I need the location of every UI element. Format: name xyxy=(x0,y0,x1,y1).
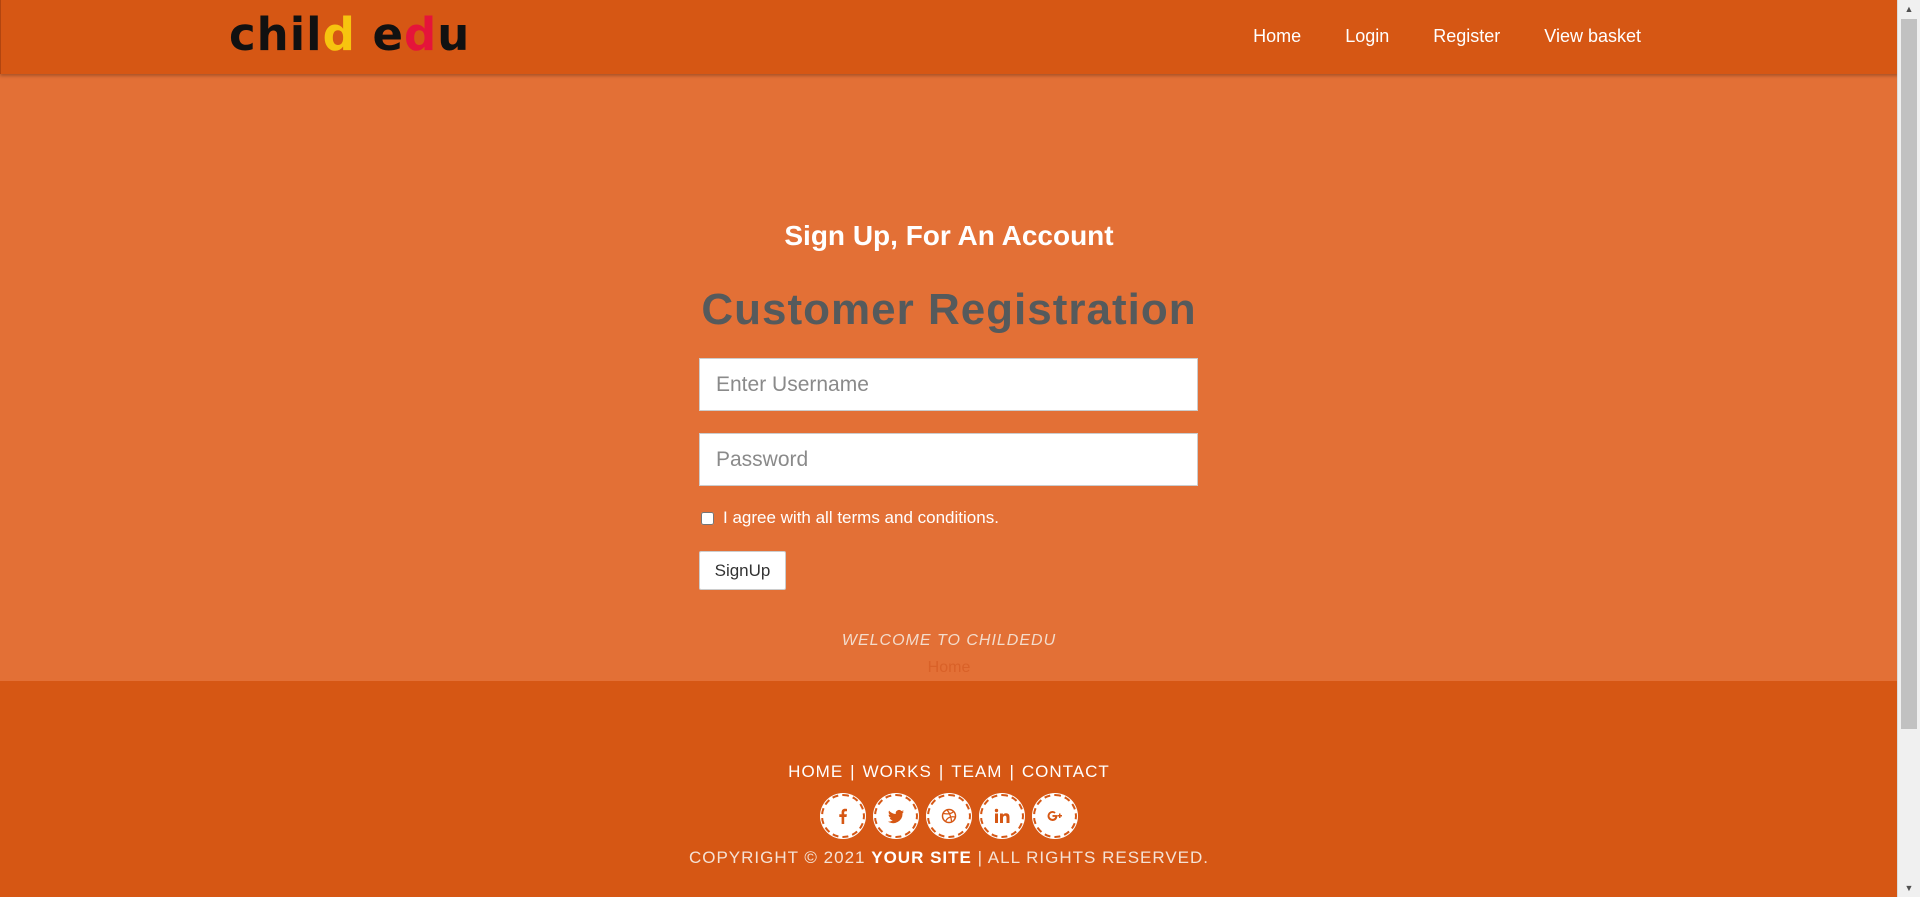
twitter-icon[interactable] xyxy=(874,794,918,838)
footer-nav: HOME | WORKS | TEAM | CONTACT xyxy=(0,762,1898,782)
footer-separator: | xyxy=(938,762,945,781)
scroll-up-arrow-icon[interactable]: ▲ xyxy=(1898,0,1920,18)
footer-link-home[interactable]: HOME xyxy=(788,762,843,781)
nav-login-link[interactable]: Login xyxy=(1345,26,1389,47)
nav-home-link[interactable]: Home xyxy=(1253,26,1301,47)
copyright-prefix: COPYRIGHT © 2021 xyxy=(688,848,866,867)
breadcrumb-home[interactable]: Home xyxy=(0,659,1898,677)
footer-separator: | xyxy=(850,762,856,781)
vertical-scrollbar[interactable]: ▲ ▼ xyxy=(1897,0,1920,897)
signup-subtitle: Sign Up, For An Account xyxy=(784,220,1114,251)
main-nav: Home Login Register View basket xyxy=(1253,0,1641,72)
site-logo[interactable]: child edu xyxy=(229,8,470,62)
linkedin-icon[interactable] xyxy=(980,794,1024,838)
footer-separator: | xyxy=(1009,762,1015,781)
site-footer: HOME | WORKS | TEAM | CONTACT COPYRIGHT © 2021… xyxy=(0,681,1898,897)
google-plus-icon[interactable] xyxy=(1033,794,1077,838)
facebook-icon[interactable] xyxy=(821,794,865,838)
copyright-site-link[interactable]: YOUR SITE xyxy=(871,848,972,867)
terms-row: I agree with all terms and conditions. xyxy=(701,508,999,528)
copyright-text: COPYRIGHT © 2021 YOUR SITE | ALL RIGHTS … xyxy=(0,848,1898,868)
top-navbar: child edu Home Login Register View baske… xyxy=(0,0,1899,74)
registration-title: Customer Registration xyxy=(701,285,1197,334)
footer-link-works[interactable]: WORKS xyxy=(863,762,932,781)
terms-checkbox[interactable] xyxy=(701,511,714,525)
footer-link-team[interactable]: TEAM xyxy=(951,762,1002,781)
signup-button[interactable]: SignUp xyxy=(699,551,786,590)
copyright-suffix: | ALL RIGHTS RESERVED. xyxy=(977,848,1210,867)
terms-label[interactable]: I agree with all terms and conditions. xyxy=(723,508,999,528)
scroll-down-arrow-icon[interactable]: ▼ xyxy=(1898,879,1920,897)
scrollbar-thumb[interactable] xyxy=(1901,19,1917,729)
registration-section: Sign Up, For An Account Customer Registr… xyxy=(0,74,1898,681)
welcome-text: WELCOME TO CHILDEDU xyxy=(841,632,1057,649)
nav-register-link[interactable]: Register xyxy=(1433,26,1500,47)
password-input[interactable] xyxy=(699,433,1198,486)
footer-link-contact[interactable]: CONTACT xyxy=(1022,762,1110,781)
nav-view-basket-link[interactable]: View basket xyxy=(1544,26,1641,47)
username-input[interactable] xyxy=(699,358,1198,411)
dribbble-icon[interactable] xyxy=(927,794,971,838)
social-links xyxy=(0,794,1898,838)
